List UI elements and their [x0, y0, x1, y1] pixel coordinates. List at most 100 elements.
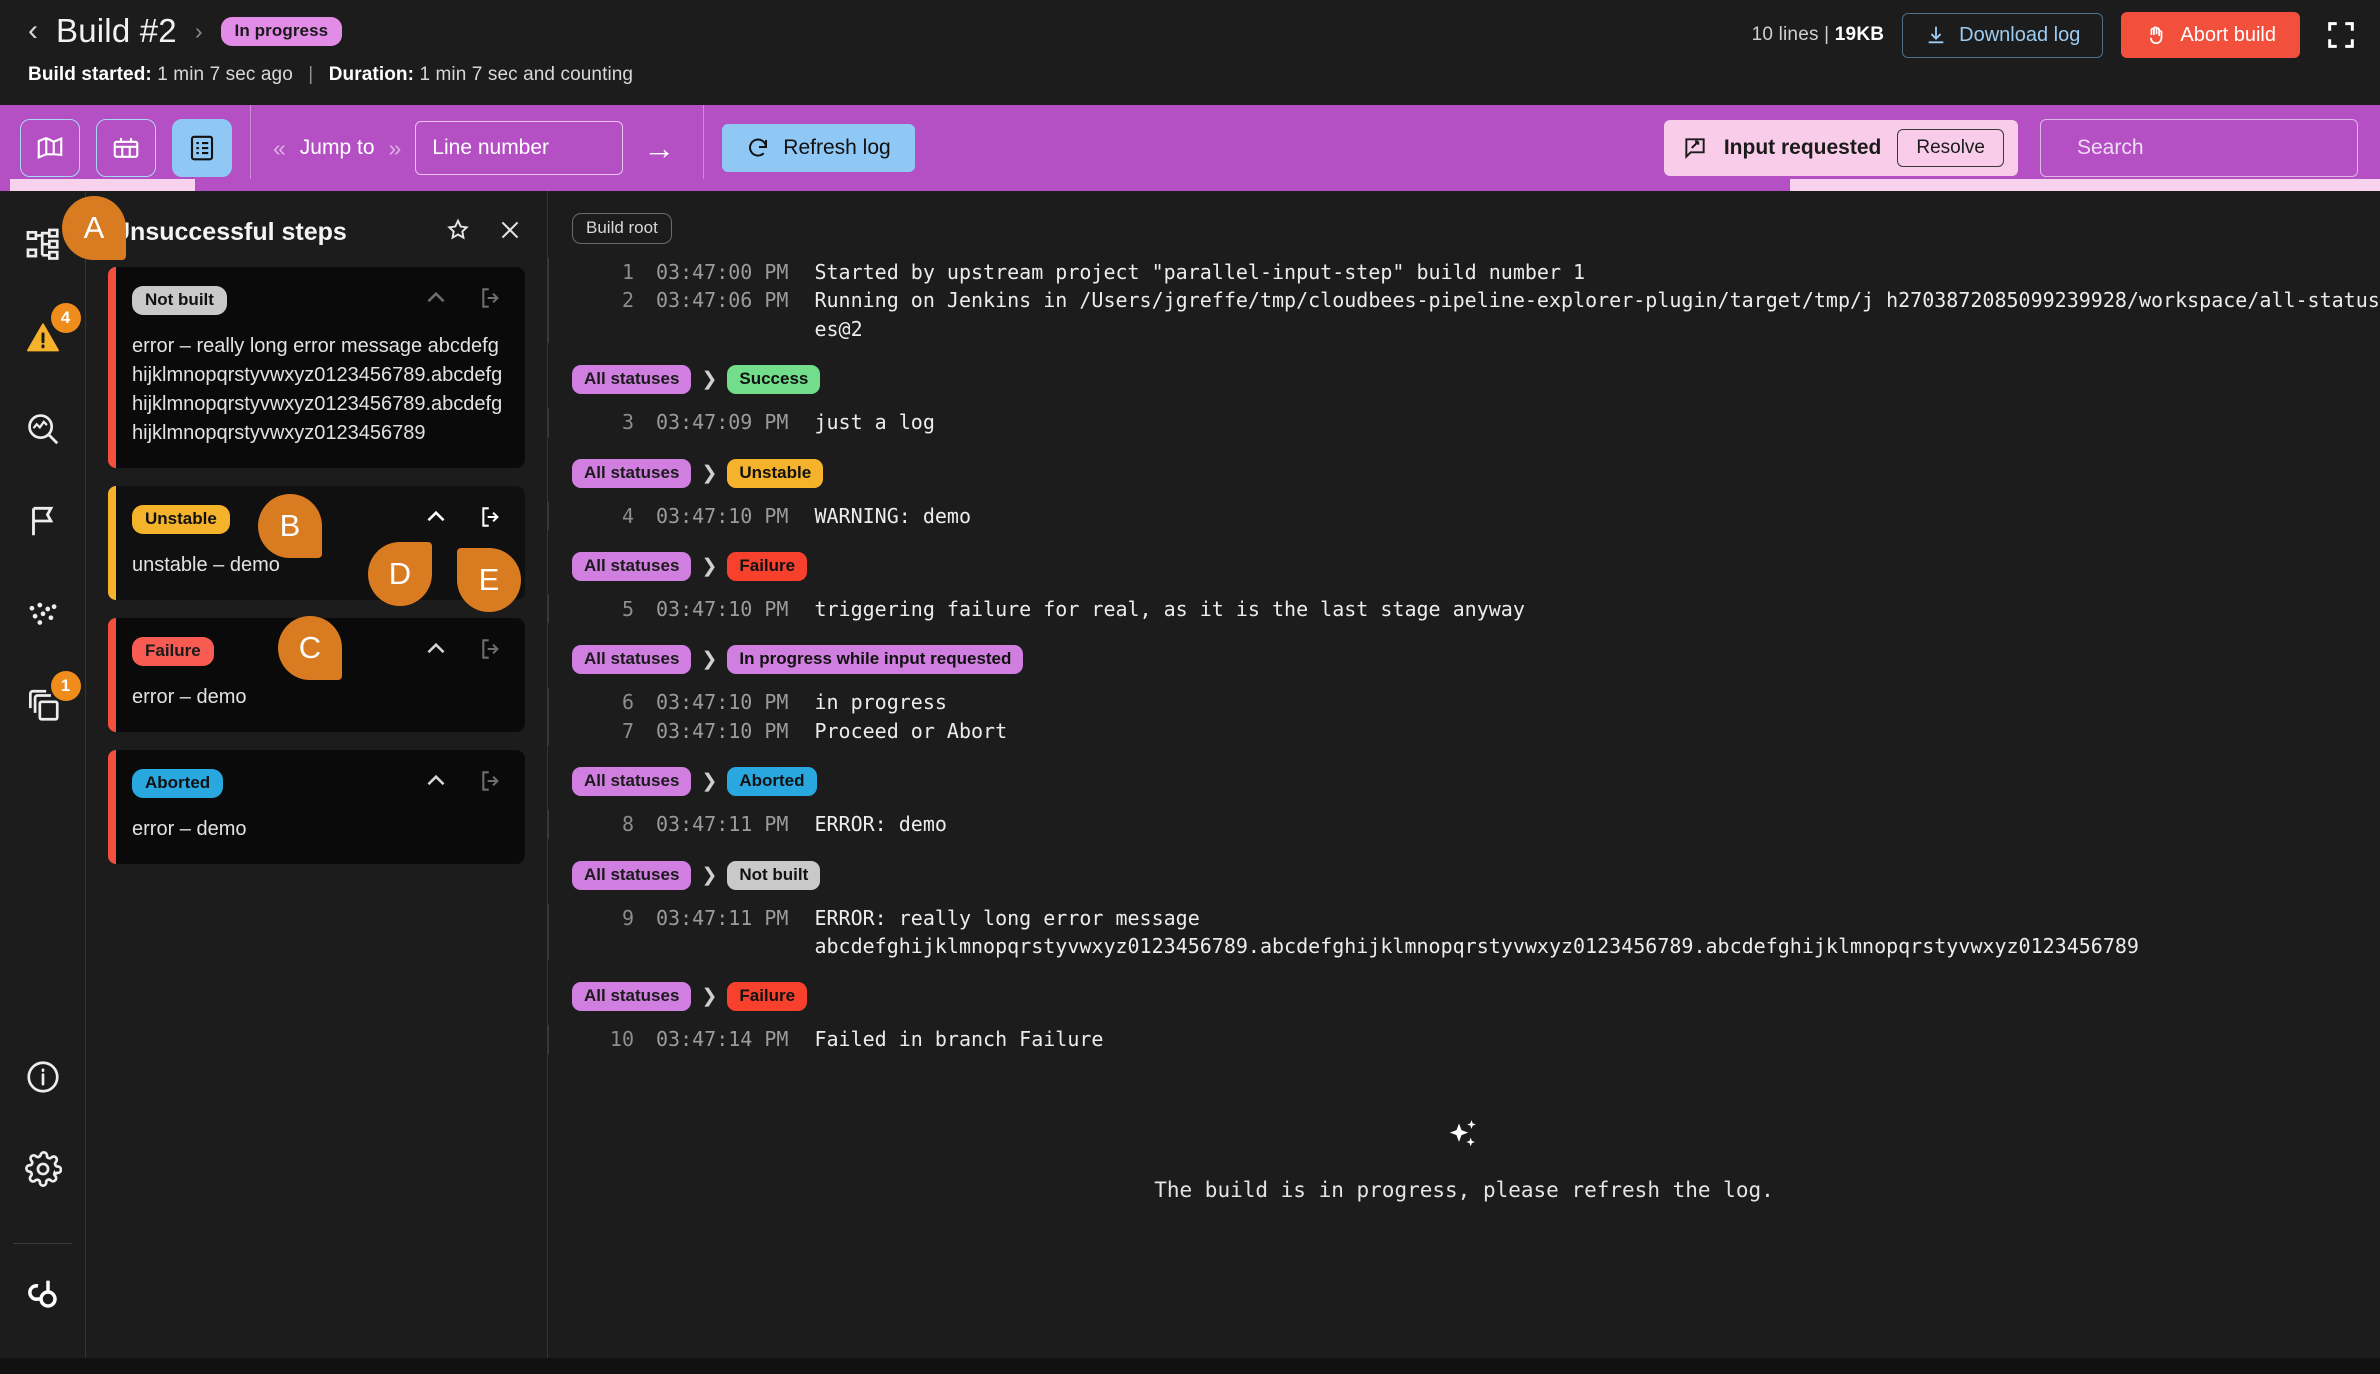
sidebar-item-artifacts[interactable]: 1	[15, 671, 81, 733]
log-stage-breadcrumb[interactable]: All statuses ❯ Aborted	[572, 767, 2380, 797]
sidebar-item-info[interactable]	[15, 1049, 71, 1105]
breadcrumb-separator-icon: ›	[194, 17, 203, 44]
map-view-button[interactable]	[20, 119, 80, 177]
warnings-badge: 4	[50, 303, 81, 333]
resolve-button[interactable]: Resolve	[1897, 129, 2004, 167]
build-started-label: Build started:	[28, 64, 152, 85]
log-line-number[interactable]: 9	[572, 904, 634, 961]
log-lines-count: 10 lines	[1751, 24, 1819, 45]
refresh-log-button[interactable]: Refresh log	[722, 124, 915, 172]
log-message: Running on Jenkins in /Users/jgreffe/tmp…	[814, 288, 2380, 341]
log-stage-breadcrumb[interactable]: All statuses ❯ In progress while input r…	[572, 645, 2380, 675]
sidebar-item-scatter[interactable]	[15, 585, 71, 641]
star-icon[interactable]	[445, 217, 471, 247]
breadcrumb-all-statuses[interactable]: All statuses	[572, 458, 692, 488]
log-message: Started by upstream project "parallel-in…	[814, 260, 1586, 284]
step-card-actions	[423, 504, 505, 534]
log-view-icon	[190, 135, 214, 161]
breadcrumb-stage[interactable]: Unstable	[727, 458, 824, 488]
open-step-in-log-icon[interactable]	[479, 504, 505, 534]
log-line: 5 03:47:10 PM triggering failure for rea…	[572, 595, 2380, 623]
info-icon	[26, 1061, 59, 1093]
breadcrumb-stage[interactable]: Success	[727, 365, 821, 395]
download-log-button[interactable]: Download log	[1902, 12, 2104, 58]
breadcrumb-all-statuses[interactable]: All statuses	[572, 860, 692, 890]
breadcrumb-stage[interactable]: Failure	[727, 982, 808, 1012]
sparkle-icon	[548, 1116, 2380, 1162]
log-block: 8 03:47:11 PM ERROR: demo	[548, 810, 2380, 839]
breadcrumb-stage[interactable]: In progress while input requested	[727, 645, 1024, 675]
breadcrumb-all-statuses[interactable]: All statuses	[572, 982, 692, 1012]
marker-label: C	[298, 630, 322, 665]
jump-prev-icon[interactable]: «	[273, 135, 286, 162]
log-line-number[interactable]: 7	[572, 717, 634, 745]
step-status-badge: Aborted	[132, 768, 224, 798]
duration-value: 1 min 7 sec and counting	[419, 64, 634, 85]
line-number-input[interactable]	[415, 121, 624, 175]
breadcrumb-stage[interactable]: Aborted	[727, 767, 817, 797]
log-viewer[interactable]: Build root 1 03:47:00 PM Started by upst…	[548, 191, 2380, 1358]
sidebar-item-settings[interactable]	[15, 1141, 71, 1197]
collapse-step-icon[interactable]	[423, 504, 449, 534]
breadcrumb-chevron-icon: ❯	[701, 555, 718, 577]
step-card-actions	[423, 768, 505, 798]
breadcrumb-all-statuses[interactable]: All statuses	[572, 767, 692, 797]
log-block-divider	[548, 501, 549, 530]
sidebar-item-warnings[interactable]: 4	[15, 303, 81, 365]
log-block-divider	[548, 810, 549, 839]
back-chevron-icon[interactable]: ‹	[28, 16, 38, 46]
log-line-number[interactable]: 2	[572, 286, 634, 343]
fullscreen-icon[interactable]	[2324, 18, 2358, 52]
log-in-progress-notice: The build is in progress, please refresh…	[548, 1116, 2380, 1202]
log-line-number[interactable]: 8	[572, 810, 634, 838]
jump-next-icon[interactable]: »	[389, 135, 402, 162]
marker-label: B	[279, 508, 301, 543]
log-line-number[interactable]: 4	[572, 502, 634, 530]
log-view-button[interactable]	[172, 119, 232, 177]
open-step-in-log-icon[interactable]	[479, 768, 505, 798]
map-view-icon	[37, 137, 63, 159]
duration-label: Duration:	[328, 64, 415, 85]
jump-go-icon[interactable]: →	[637, 132, 681, 164]
open-step-in-log-icon[interactable]	[479, 285, 505, 315]
log-message: Proceed or Abort	[814, 718, 1008, 743]
step-card[interactable]: Aborted error – demo	[108, 750, 525, 864]
sidebar-item-log-search[interactable]	[15, 401, 71, 457]
breadcrumb-all-statuses[interactable]: All statuses	[572, 551, 692, 581]
log-line-number[interactable]: 10	[572, 1025, 634, 1053]
open-step-in-log-icon[interactable]	[479, 636, 505, 666]
log-line-number[interactable]: 3	[572, 408, 634, 436]
pipeline-view-button[interactable]	[96, 119, 156, 177]
breadcrumb-stage[interactable]: Not built	[727, 860, 821, 890]
search-box[interactable]	[2040, 119, 2358, 177]
collapse-step-icon[interactable]	[423, 768, 449, 798]
step-card[interactable]: Not built error – really long error mess…	[108, 267, 525, 468]
log-stage-breadcrumb[interactable]: All statuses ❯ Failure	[572, 982, 2380, 1012]
unsuccessful-steps-panel: Unsuccessful steps Not built error – rea…	[86, 191, 548, 1358]
sidebar-item-flags[interactable]	[15, 493, 71, 549]
breadcrumb-all-statuses[interactable]: All statuses	[572, 645, 692, 675]
collapse-step-icon[interactable]	[423, 285, 449, 315]
collapse-step-icon[interactable]	[423, 636, 449, 666]
close-icon[interactable]	[497, 217, 523, 247]
breadcrumb-all-statuses[interactable]: All statuses	[572, 365, 692, 395]
pipeline-tree-icon	[26, 228, 59, 260]
log-message: ERROR: really long error message abcdefg…	[814, 905, 2139, 958]
abort-build-button[interactable]: Abort build	[2121, 12, 2300, 58]
breadcrumb-stage[interactable]: Failure	[727, 551, 808, 581]
log-line-number[interactable]: 5	[572, 595, 634, 623]
step-card-actions	[423, 285, 505, 315]
log-line-number[interactable]: 6	[572, 688, 634, 716]
log-empty-message: The build is in progress, please refresh…	[1154, 1177, 1774, 1202]
log-stage-breadcrumb[interactable]: All statuses ❯ Not built	[572, 860, 2380, 890]
log-stage-breadcrumb[interactable]: All statuses ❯ Unstable	[572, 458, 2380, 488]
search-input[interactable]	[2077, 136, 2348, 160]
panel-header-actions	[445, 217, 523, 247]
log-timestamp: 03:47:11 PM	[656, 905, 789, 930]
build-root-chip[interactable]: Build root	[572, 213, 672, 244]
cloudbees-logo[interactable]	[15, 1266, 71, 1322]
log-stage-breadcrumb[interactable]: All statuses ❯ Success	[572, 365, 2380, 395]
breadcrumb-chevron-icon: ❯	[701, 369, 718, 391]
log-line-number[interactable]: 1	[572, 258, 634, 286]
log-stage-breadcrumb[interactable]: All statuses ❯ Failure	[572, 551, 2380, 581]
